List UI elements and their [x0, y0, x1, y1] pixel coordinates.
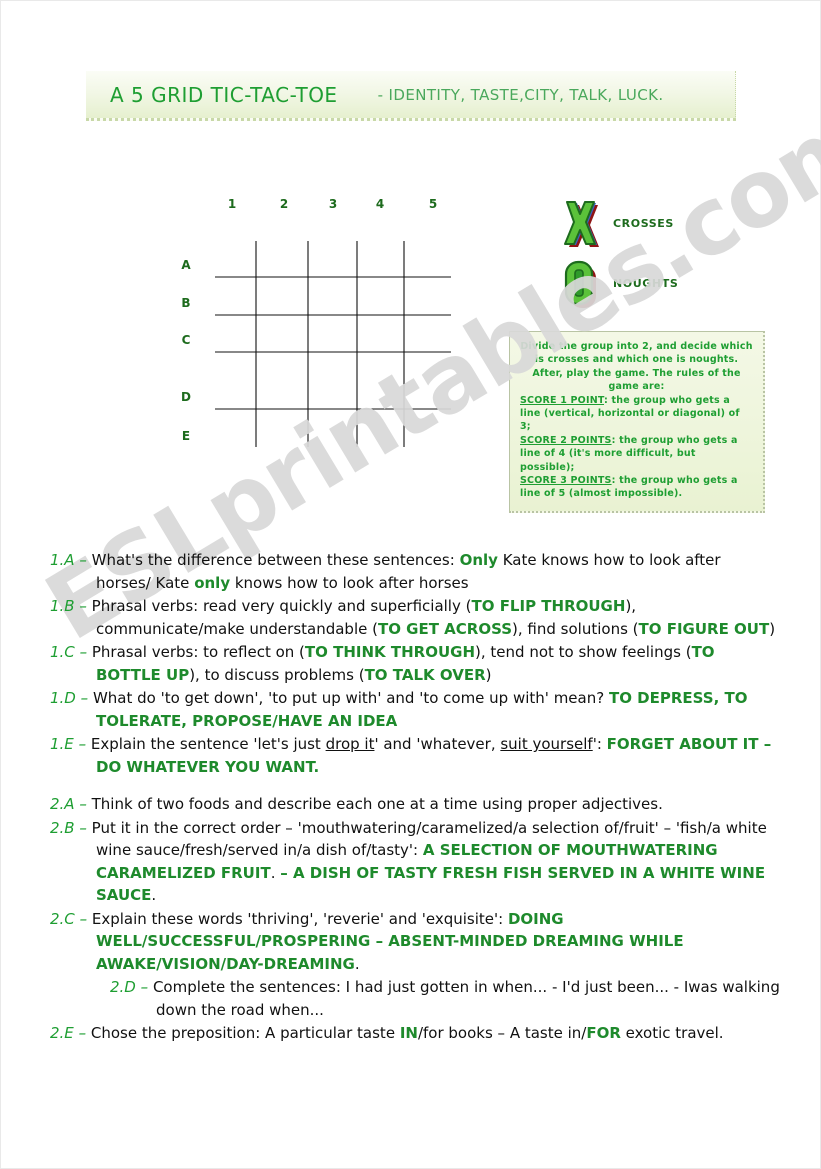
- legend: CROSSES NOUGHTS: [557, 193, 678, 313]
- question-1a-text-3: knows how to look after horses: [230, 573, 469, 592]
- question-1e-underline-2: suit yourself: [500, 735, 593, 753]
- question-1c-answer-3: TO TALK OVER: [364, 665, 486, 684]
- question-1c-text-4: ): [485, 665, 492, 684]
- rules-box: Divide the group into 2, and decide whic…: [509, 331, 765, 513]
- question-1a-text-1: What's the difference between these sent…: [91, 551, 460, 569]
- question-2d-dash: –: [140, 978, 149, 996]
- question-2c-text-2: .: [354, 954, 360, 973]
- question-2e-dash: –: [78, 1024, 87, 1042]
- question-1b-answer-1: TO FLIP THROUGH: [471, 597, 626, 615]
- question-1e-text-2: ' and 'whatever,: [374, 735, 501, 753]
- question-1c-text-2: ), tend not to show feelings (: [475, 643, 692, 661]
- question-2c-text-1: Explain these words 'thriving', 'reverie…: [91, 909, 508, 928]
- question-1e-text-4: .: [313, 757, 320, 776]
- question-1a-dash: –: [79, 551, 87, 569]
- rules-score-2-label: SCORE 2 POINTS: [520, 434, 612, 446]
- question-2b-label: 2.B: [50, 818, 75, 837]
- rules-line-1: Divide the group into 2, and decide whic…: [520, 341, 753, 352]
- question-2a-dash: –: [79, 795, 87, 813]
- question-1a-answer-2: only: [194, 573, 231, 592]
- question-2e-answer-1: IN: [399, 1024, 418, 1042]
- question-1d: 1.D – What do 'to get down', 'to put up …: [50, 687, 780, 732]
- page-title: A 5 GRID TIC-TAC-TOE: [110, 82, 338, 107]
- question-2a-text-1: Think of two foods and describe each one…: [91, 795, 663, 813]
- question-1a-label: 1.A: [50, 551, 75, 569]
- question-2a: 2.A – Think of two foods and describe ea…: [50, 793, 780, 816]
- questions-list: 1.A – What's the difference between thes…: [50, 549, 780, 1046]
- rules-line-4: game are:: [608, 381, 665, 393]
- tic-tac-toe-grid: 1 2 3 4 5 A B C D E: [179, 197, 479, 447]
- rules-score-1: SCORE 1 POINT: the group who gets a line…: [520, 394, 753, 434]
- worksheet-page: A 5 GRID TIC-TAC-TOE - IDENTITY, TASTE,C…: [0, 0, 821, 1169]
- question-1c-text-3: ), to discuss problems (: [189, 665, 365, 684]
- question-1e-underline-1: drop it: [325, 735, 375, 753]
- question-2e-text-2: /for books – A taste in/: [417, 1024, 587, 1042]
- question-1e-dash: –: [78, 735, 87, 753]
- rules-score-1-label: SCORE 1 POINT: [520, 394, 605, 406]
- nought-icon: [557, 257, 601, 309]
- question-2e-label: 2.E: [50, 1024, 74, 1042]
- cross-icon: [557, 197, 601, 249]
- question-1b-text-3: ), find solutions (: [512, 619, 639, 638]
- grid-lines: [215, 241, 451, 447]
- question-1c-dash: –: [79, 643, 88, 661]
- rules-score-3-label: SCORE 3 POINTS: [520, 475, 612, 487]
- question-1e-label: 1.E: [50, 735, 74, 753]
- question-1e-text-3: ':: [592, 735, 607, 753]
- question-2e-answer-2: FOR: [586, 1024, 621, 1042]
- question-2d-label: 2.D: [110, 978, 136, 996]
- legend-row-noughts: NOUGHTS: [557, 253, 678, 313]
- page-subtitle: - IDENTITY, TASTE,CITY, TALK, LUCK.: [377, 85, 664, 104]
- question-1a: 1.A – What's the difference between thes…: [50, 549, 780, 594]
- rules-line-2: is crosses and which one is noughts.: [534, 354, 739, 366]
- question-1b-label: 1.B: [50, 597, 75, 615]
- question-1c: 1.C – Phrasal verbs: to reflect on (TO T…: [50, 641, 780, 686]
- question-2e-text-3: exotic travel.: [620, 1024, 724, 1042]
- question-2b-text-2: .: [270, 863, 281, 882]
- rules-line-3: After, play the game. The rules of the: [532, 367, 741, 379]
- question-2d: 2.D – Complete the sentences: I had just…: [50, 976, 780, 1021]
- question-1d-dash: –: [80, 689, 89, 707]
- question-1b-text-1: Phrasal verbs: read very quickly and sup…: [91, 597, 472, 615]
- question-2b: 2.B – Put it in the correct order – 'mou…: [50, 817, 780, 907]
- legend-label-noughts: NOUGHTS: [613, 276, 679, 290]
- question-1c-answer-1: TO THINK THROUGH: [304, 643, 476, 661]
- rules-score-2: SCORE 2 POINTS: the group who gets a lin…: [520, 434, 753, 474]
- question-1b-answer-3: TO FIGURE OUT: [638, 619, 770, 638]
- question-2c: 2.C – Explain these words 'thriving', 'r…: [50, 908, 780, 976]
- question-2b-dash: –: [79, 818, 87, 837]
- legend-row-crosses: CROSSES: [557, 193, 678, 253]
- question-1b: 1.B – Phrasal verbs: read very quickly a…: [50, 595, 780, 640]
- question-1c-text-1: Phrasal verbs: to reflect on (: [91, 643, 305, 661]
- question-1e-text-1: Explain the sentence 'let's just: [90, 735, 326, 753]
- question-2c-dash: –: [79, 909, 88, 928]
- question-2b-text-3: .: [151, 886, 157, 904]
- question-1b-dash: –: [79, 597, 87, 615]
- question-1b-answer-2: TO GET ACROSS: [377, 619, 513, 638]
- rules-score-3: SCORE 3 POINTS: the group who gets a lin…: [520, 474, 753, 501]
- header-banner: A 5 GRID TIC-TAC-TOE - IDENTITY, TASTE,C…: [86, 71, 736, 121]
- question-2e-text-1: Chose the preposition: A particular tast…: [90, 1024, 400, 1042]
- question-2a-label: 2.A: [50, 795, 75, 813]
- legend-label-crosses: CROSSES: [613, 216, 674, 230]
- question-1a-answer-1: Only: [459, 551, 498, 569]
- question-1d-text-1: What do 'to get down', 'to put up with' …: [92, 689, 609, 707]
- question-1d-label: 1.D: [50, 689, 76, 707]
- question-2c-label: 2.C: [50, 909, 75, 928]
- question-2e: 2.E – Chose the preposition: A particula…: [50, 1022, 780, 1045]
- question-1e: 1.E – Explain the sentence 'let's just d…: [50, 733, 780, 778]
- question-1c-label: 1.C: [50, 643, 75, 661]
- question-1b-text-4: ): [769, 619, 776, 638]
- question-2d-text-1: Complete the sentences: I had just gotte…: [152, 978, 780, 1019]
